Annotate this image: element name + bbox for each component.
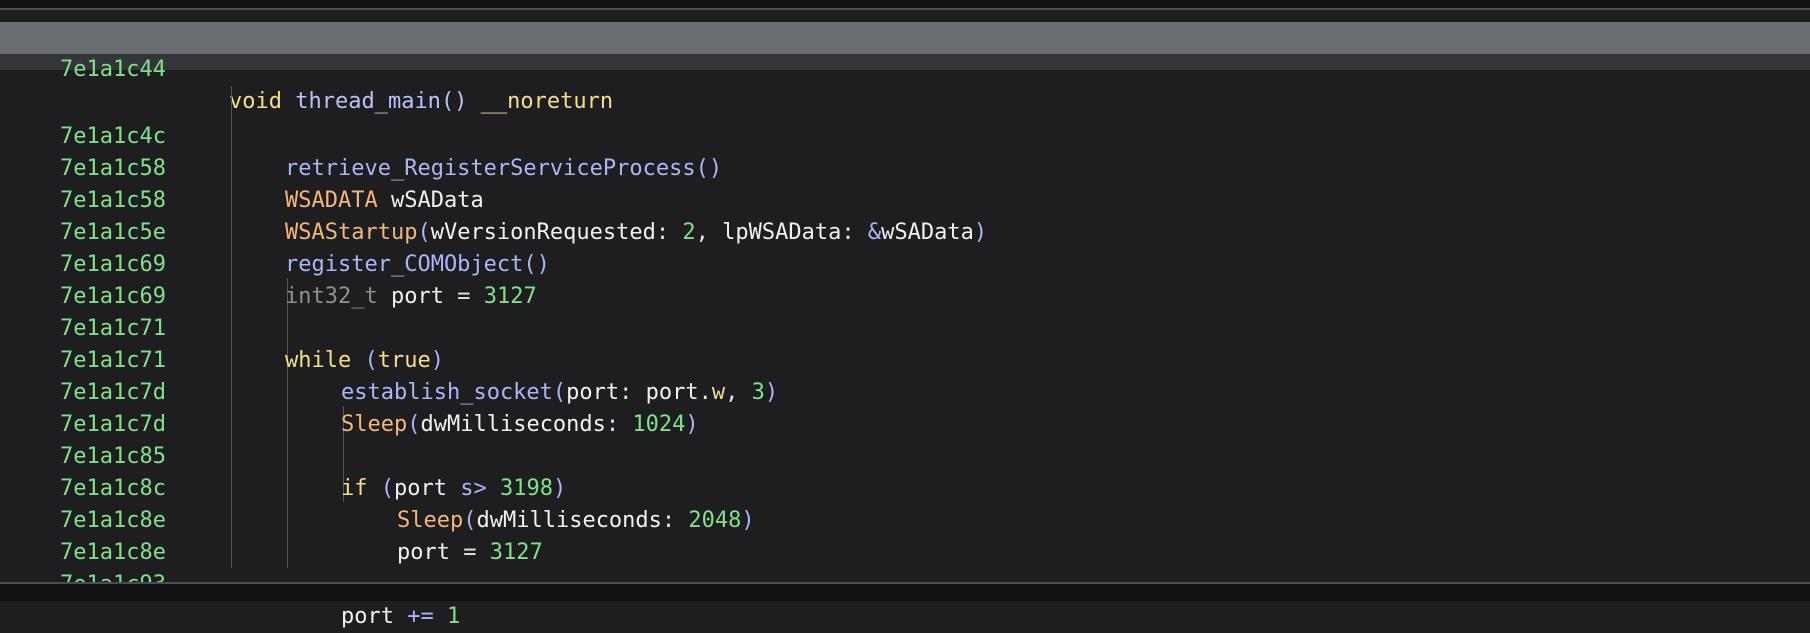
line-address[interactable]: 7e1a1c4c (60, 121, 220, 153)
line-code[interactable]: register_COMObject() (285, 249, 550, 281)
line-address[interactable]: 7e1a1c5e (60, 217, 220, 249)
function-signature-line[interactable]: 7e1a1c44 void thread_main() __noreturn (0, 22, 613, 114)
line-address[interactable]: 7e1a1c8e (60, 505, 220, 537)
number-literal: 2 (682, 220, 696, 245)
function-parens: () (440, 89, 468, 114)
bottom-bar (0, 584, 1810, 601)
param-name: dwMilliseconds (420, 412, 606, 437)
line-address[interactable]: 7e1a1c85 (60, 441, 220, 473)
line-address[interactable]: 7e1a1c69 (60, 249, 220, 281)
function-call[interactable]: Sleep (341, 412, 407, 437)
line-code[interactable]: Sleep(dwMilliseconds: 2048) (397, 505, 755, 537)
number-literal: 1 (446, 604, 461, 629)
line-address[interactable]: 7e1a1c8c (60, 473, 220, 505)
line-address[interactable]: 7e1a1c8e (60, 537, 220, 569)
condition: true (377, 348, 431, 373)
code-line[interactable]: 7e1a1c5e register_COMObject() (0, 185, 550, 277)
header-band (0, 54, 1810, 70)
code-line[interactable]: 7e1a1c85 if (port s> 3198) (0, 409, 566, 501)
code-line[interactable]: 7e1a1c71 establish_socket(port: port.w, … (0, 313, 778, 405)
code-line[interactable]: 7e1a1c69 int32_t port = 3127 (0, 217, 537, 309)
code-line[interactable]: 7e1a1c4c retrieve_RegisterServiceProcess… (0, 89, 722, 181)
function-address[interactable]: 7e1a1c44 (60, 54, 220, 86)
number-literal: 3127 (483, 284, 537, 309)
line-code[interactable]: WSAStartup(wVersionRequested: 2, lpWSADa… (285, 217, 987, 249)
function-call[interactable]: retrieve_RegisterServiceProcess (285, 156, 696, 181)
line-address[interactable]: 7e1a1c7d (60, 409, 220, 441)
number-literal: 3 (751, 380, 765, 405)
code-line[interactable]: 7e1a1c93 port += 1 (0, 537, 460, 629)
number-literal: 3127 (489, 540, 543, 565)
number-literal: 3198 (499, 476, 553, 501)
param-name: wVersionRequested (430, 220, 656, 245)
keyword: while (285, 348, 352, 373)
variable[interactable]: port (646, 380, 699, 405)
code-line[interactable]: 7e1a1c71 while (true) (0, 281, 444, 373)
line-address[interactable]: 7e1a1c71 (60, 313, 220, 345)
function-call[interactable]: establish_socket (341, 380, 553, 405)
code-line[interactable]: 7e1a1c8c Sleep(dwMilliseconds: 2048) (0, 441, 755, 533)
function-header[interactable] (0, 22, 1810, 54)
function-call[interactable]: WSAStartup (285, 220, 417, 245)
variable[interactable]: port (341, 604, 394, 629)
variable[interactable]: wSAData (391, 188, 484, 213)
function-signature[interactable]: void thread_main() __noreturn (229, 86, 613, 118)
variable[interactable]: port (394, 476, 447, 501)
param-name: dwMilliseconds (476, 508, 662, 533)
function-attribute: __noreturn (480, 89, 614, 114)
return-type: void (229, 89, 282, 114)
type-name[interactable]: int32_t (285, 284, 378, 309)
line-code[interactable]: Sleep(dwMilliseconds: 1024) (341, 409, 699, 441)
line-code[interactable]: if (port s> 3198) (341, 473, 566, 505)
number-literal: 1024 (632, 412, 686, 437)
code-line[interactable]: 7e1a1c7d (0, 377, 166, 437)
line-address[interactable]: 7e1a1c71 (60, 345, 220, 377)
code-line[interactable]: 7e1a1c8e port = 3127 (0, 473, 543, 565)
line-code[interactable]: port += 1 (341, 601, 460, 633)
top-bar (0, 0, 1810, 8)
field: w (711, 380, 726, 405)
code-line[interactable]: 7e1a1c8e (0, 505, 166, 565)
top-divider (0, 8, 1810, 10)
variable[interactable]: wSAData (881, 220, 974, 245)
line-code[interactable]: port = 3127 (397, 537, 543, 569)
line-address[interactable]: 7e1a1c7d (60, 377, 220, 409)
code-line[interactable]: 7e1a1c58 WSADATA wSAData (0, 121, 484, 213)
code-line[interactable]: 7e1a1c7d Sleep(dwMilliseconds: 1024) (0, 345, 699, 437)
line-code[interactable]: establish_socket(port: port.w, 3) (341, 377, 778, 409)
code-line[interactable]: 7e1a1c58 WSAStartup(wVersionRequested: 2… (0, 153, 987, 245)
indent-guide-body (231, 86, 232, 568)
param-name: port (566, 380, 620, 405)
line-code[interactable]: int32_t port = 3127 (285, 281, 537, 313)
line-address[interactable]: 7e1a1c69 (60, 281, 220, 313)
indent-guide-while (287, 278, 288, 568)
number-literal: 2048 (688, 508, 742, 533)
line-address[interactable]: 7e1a1c58 (60, 153, 220, 185)
function-call[interactable]: register_COMObject (285, 252, 523, 277)
line-code[interactable]: WSADATA wSAData (285, 185, 484, 217)
function-name[interactable]: thread_main (295, 89, 441, 114)
line-code[interactable]: retrieve_RegisterServiceProcess() (285, 153, 722, 185)
variable[interactable]: port (397, 540, 450, 565)
variable[interactable]: port (391, 284, 444, 309)
line-code[interactable]: while (true) (285, 345, 444, 377)
keyword: if (341, 476, 368, 501)
line-address[interactable]: 7e1a1c58 (60, 185, 220, 217)
param-name: lpWSAData (722, 220, 842, 245)
type-name[interactable]: WSADATA (285, 188, 378, 213)
function-call[interactable]: Sleep (397, 508, 463, 533)
code-line[interactable]: 7e1a1c69 (0, 249, 166, 309)
